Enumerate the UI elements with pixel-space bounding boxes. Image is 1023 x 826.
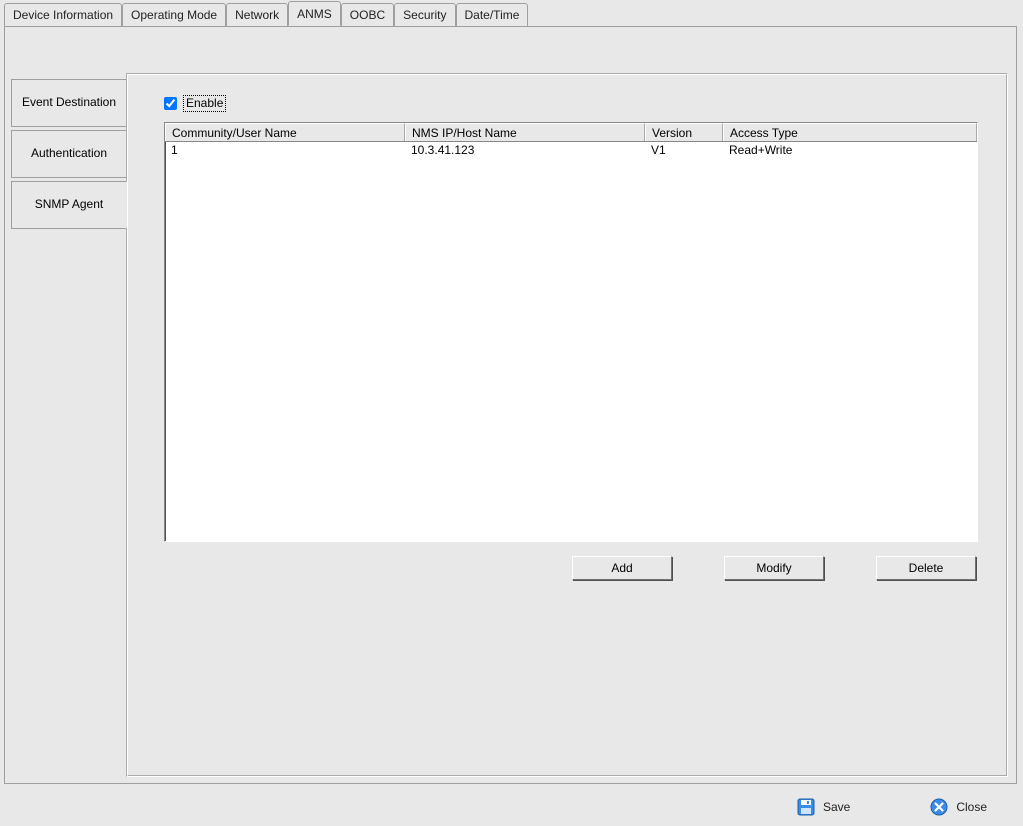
list-body: 1 10.3.41.123 V1 Read+Write [165, 142, 977, 160]
col-version[interactable]: Version [645, 123, 723, 141]
modify-button[interactable]: Modify [724, 556, 824, 580]
save-icon [797, 798, 815, 816]
close-icon [930, 798, 948, 816]
close-button[interactable]: Close [930, 798, 987, 816]
top-tab-bar: Device Information Operating Mode Networ… [0, 0, 1023, 26]
enable-checkbox[interactable] [164, 97, 177, 110]
side-tab-snmp-agent[interactable]: SNMP Agent [11, 181, 127, 229]
tab-anms[interactable]: ANMS [288, 1, 341, 26]
col-nms-ip[interactable]: NMS IP/Host Name [405, 123, 645, 141]
bottom-bar: Save Close [0, 788, 1023, 826]
enable-label: Enable [183, 95, 226, 112]
content-box: Enable Community/User Name NMS IP/Host N… [126, 73, 1008, 777]
close-label: Close [956, 800, 987, 814]
tab-device-information[interactable]: Device Information [4, 3, 122, 27]
cell-nms-ip: 10.3.41.123 [405, 142, 645, 160]
save-label: Save [823, 800, 850, 814]
enable-row: Enable [164, 95, 978, 112]
add-button[interactable]: Add [572, 556, 672, 580]
tab-operating-mode[interactable]: Operating Mode [122, 3, 226, 27]
action-buttons: Add Modify Delete [164, 556, 978, 580]
tab-network[interactable]: Network [226, 3, 288, 27]
main-panel: Event Destination Authentication SNMP Ag… [4, 26, 1017, 784]
table-row[interactable]: 1 10.3.41.123 V1 Read+Write [165, 142, 977, 160]
side-tab-authentication[interactable]: Authentication [11, 130, 127, 178]
cell-version: V1 [645, 142, 723, 160]
delete-button[interactable]: Delete [876, 556, 976, 580]
save-button[interactable]: Save [797, 798, 850, 816]
list-header: Community/User Name NMS IP/Host Name Ver… [165, 123, 977, 142]
side-tab-bar: Event Destination Authentication SNMP Ag… [11, 79, 127, 232]
col-access-type[interactable]: Access Type [723, 123, 977, 141]
tab-security[interactable]: Security [394, 3, 455, 27]
side-tab-event-destination[interactable]: Event Destination [11, 79, 127, 127]
tab-oobc[interactable]: OOBC [341, 3, 394, 27]
col-community[interactable]: Community/User Name [165, 123, 405, 141]
cell-community: 1 [165, 142, 405, 160]
cell-access-type: Read+Write [723, 142, 977, 160]
snmp-trap-list[interactable]: Community/User Name NMS IP/Host Name Ver… [164, 122, 978, 542]
tab-date-time[interactable]: Date/Time [456, 3, 529, 27]
